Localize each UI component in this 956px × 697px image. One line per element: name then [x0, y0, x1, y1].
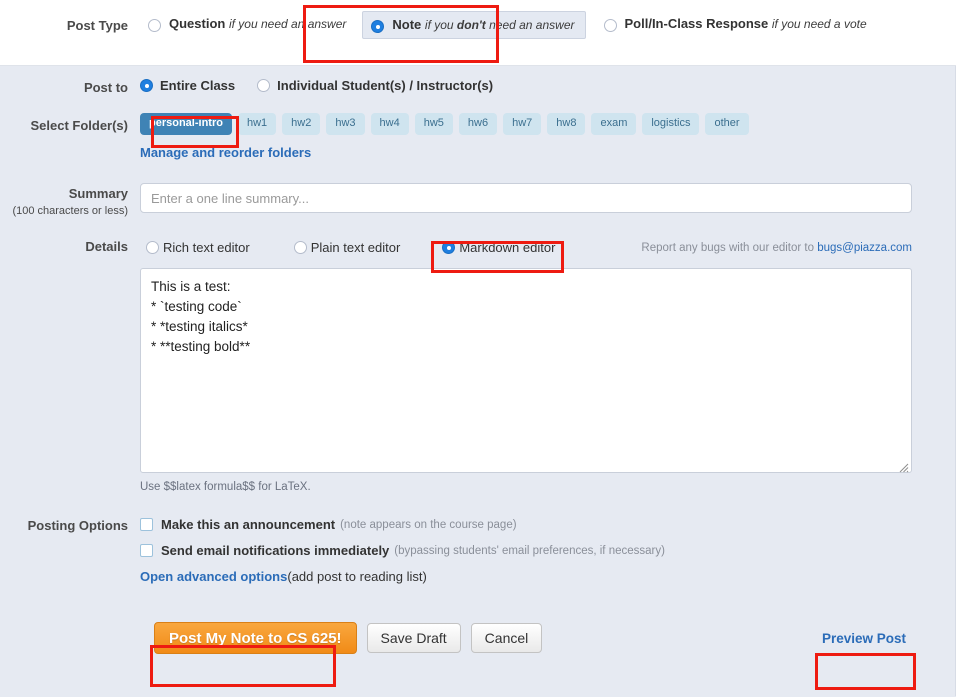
post-type-poll-title: Poll/In-Class Response — [624, 16, 769, 31]
details-section: Details Rich text editor Plain text edit… — [0, 219, 955, 493]
editor-option-plain-text[interactable]: Plain text editor — [288, 237, 407, 258]
post-to-individual-label: Individual Student(s) / Instructor(s) — [277, 78, 494, 93]
radio-individual-icon[interactable] — [257, 79, 271, 92]
editor-option-rich-text[interactable]: Rich text editor — [140, 237, 256, 258]
post-type-option-note[interactable]: Note if you don't need an answer — [362, 11, 586, 39]
editor-bugs-note: Report any bugs with our editor to bugs@… — [641, 241, 912, 254]
post-type-question-sub: if you need an answer — [228, 17, 347, 31]
editor-mode-options: Rich text editor Plain text editor Markd… — [140, 237, 912, 258]
posting-option-email[interactable]: Send email notifications immediately (by… — [140, 543, 930, 558]
radio-entire-class-icon[interactable] — [140, 79, 153, 92]
editor-rich-text-label: Rich text editor — [163, 240, 250, 255]
editor-plain-text-label: Plain text editor — [310, 240, 401, 255]
folder-tag-exam[interactable]: exam — [591, 113, 637, 135]
preview-post-link[interactable]: Preview Post — [822, 631, 906, 646]
select-folders-section: Select Folder(s) personal-intro hw1 hw2 … — [0, 96, 955, 160]
announcement-label: Make this an announcement — [161, 517, 336, 532]
bugs-email-link[interactable]: bugs@piazza.com — [817, 242, 912, 254]
radio-poll-icon[interactable] — [603, 19, 617, 32]
editor-markdown-label: Markdown editor — [459, 240, 556, 255]
post-type-option-poll[interactable]: Poll/In-Class Response if you need a vot… — [596, 11, 877, 37]
email-note: (bypassing students' email preferences, … — [394, 544, 665, 557]
folder-tag-hw3[interactable]: hw3 — [326, 113, 365, 135]
summary-section: Summary (100 characters or less) — [0, 160, 955, 219]
checkbox-email-icon[interactable] — [140, 544, 153, 557]
form-body: Post to Entire Class Individual Student(… — [0, 66, 956, 696]
folder-tag-logistics[interactable]: logistics — [642, 113, 700, 135]
folder-tag-list: personal-intro hw1 hw2 hw3 hw4 hw5 hw6 h… — [140, 113, 930, 135]
new-post-form: Post Type Question if you need an answer… — [0, 0, 956, 697]
posting-option-announcement[interactable]: Make this an announcement (note appears … — [140, 517, 930, 532]
manage-folders-link[interactable]: Manage and reorder folders — [140, 145, 311, 160]
folder-tag-hw7[interactable]: hw7 — [503, 113, 542, 135]
post-to-section: Post to Entire Class Individual Student(… — [0, 66, 955, 96]
folder-tag-other[interactable]: other — [705, 113, 749, 135]
post-type-option-question[interactable]: Question if you need an answer — [140, 11, 356, 37]
summary-input[interactable] — [140, 183, 912, 213]
radio-markdown-icon[interactable] — [442, 241, 456, 254]
save-draft-button[interactable]: Save Draft — [366, 623, 461, 653]
post-type-note-title: Note — [392, 17, 422, 32]
checkbox-announcement-icon[interactable] — [140, 518, 153, 531]
radio-plain-text-icon[interactable] — [293, 241, 307, 254]
folder-tag-hw6[interactable]: hw6 — [458, 113, 498, 135]
details-label: Details — [85, 239, 128, 254]
email-label: Send email notifications immediately — [161, 543, 390, 558]
radio-note-icon[interactable] — [371, 20, 385, 33]
post-to-entire-class-label: Entire Class — [160, 78, 236, 93]
announcement-note: (note appears on the course page) — [340, 518, 517, 531]
post-to-options: Entire Class Individual Student(s) / Ins… — [140, 78, 515, 93]
post-type-question-title: Question — [169, 16, 226, 31]
action-bar: Post My Note to CS 625! Save Draft Cance… — [0, 622, 956, 654]
folder-tag-hw1[interactable]: hw1 — [237, 113, 277, 135]
posting-options-label: Posting Options — [27, 518, 128, 533]
post-type-poll-sub: if you need a vote — [771, 17, 867, 31]
cancel-button[interactable]: Cancel — [470, 623, 543, 653]
post-to-option-entire-class[interactable]: Entire Class — [140, 78, 235, 93]
folder-tag-personal-intro[interactable]: personal-intro — [140, 113, 232, 135]
post-type-section: Post Type Question if you need an answer… — [0, 0, 956, 66]
post-to-label: Post to — [83, 80, 128, 95]
radio-rich-text-icon[interactable] — [146, 241, 159, 254]
posting-options-section: Posting Options Make this an announcemen… — [0, 493, 955, 584]
radio-question-icon[interactable] — [148, 19, 161, 32]
select-folders-label: Select Folder(s) — [30, 118, 128, 133]
folder-tag-hw8[interactable]: hw8 — [547, 113, 586, 135]
details-textarea[interactable] — [140, 268, 912, 473]
summary-label: Summary (100 characters or less) — [0, 183, 140, 219]
post-to-option-individual[interactable]: Individual Student(s) / Instructor(s) — [257, 78, 493, 93]
editor-option-markdown[interactable]: Markdown editor — [436, 237, 561, 258]
post-type-label: Post Type — [66, 18, 128, 33]
submit-post-button[interactable]: Post My Note to CS 625! — [154, 622, 357, 654]
advanced-options-link[interactable]: Open advanced options — [140, 569, 287, 584]
folder-tag-hw2[interactable]: hw2 — [282, 113, 321, 135]
post-type-note-sub: if you don't need an answer — [424, 18, 575, 32]
folder-tag-hw4[interactable]: hw4 — [370, 113, 409, 135]
latex-hint: Use $$latex formula$$ for LaTeX. — [140, 481, 311, 493]
advanced-options-note: (add post to reading list) — [287, 569, 427, 584]
summary-sublabel: (100 characters or less) — [12, 205, 128, 217]
folder-tag-hw5[interactable]: hw5 — [414, 113, 453, 135]
post-type-options: Question if you need an answer Note if y… — [140, 0, 877, 39]
